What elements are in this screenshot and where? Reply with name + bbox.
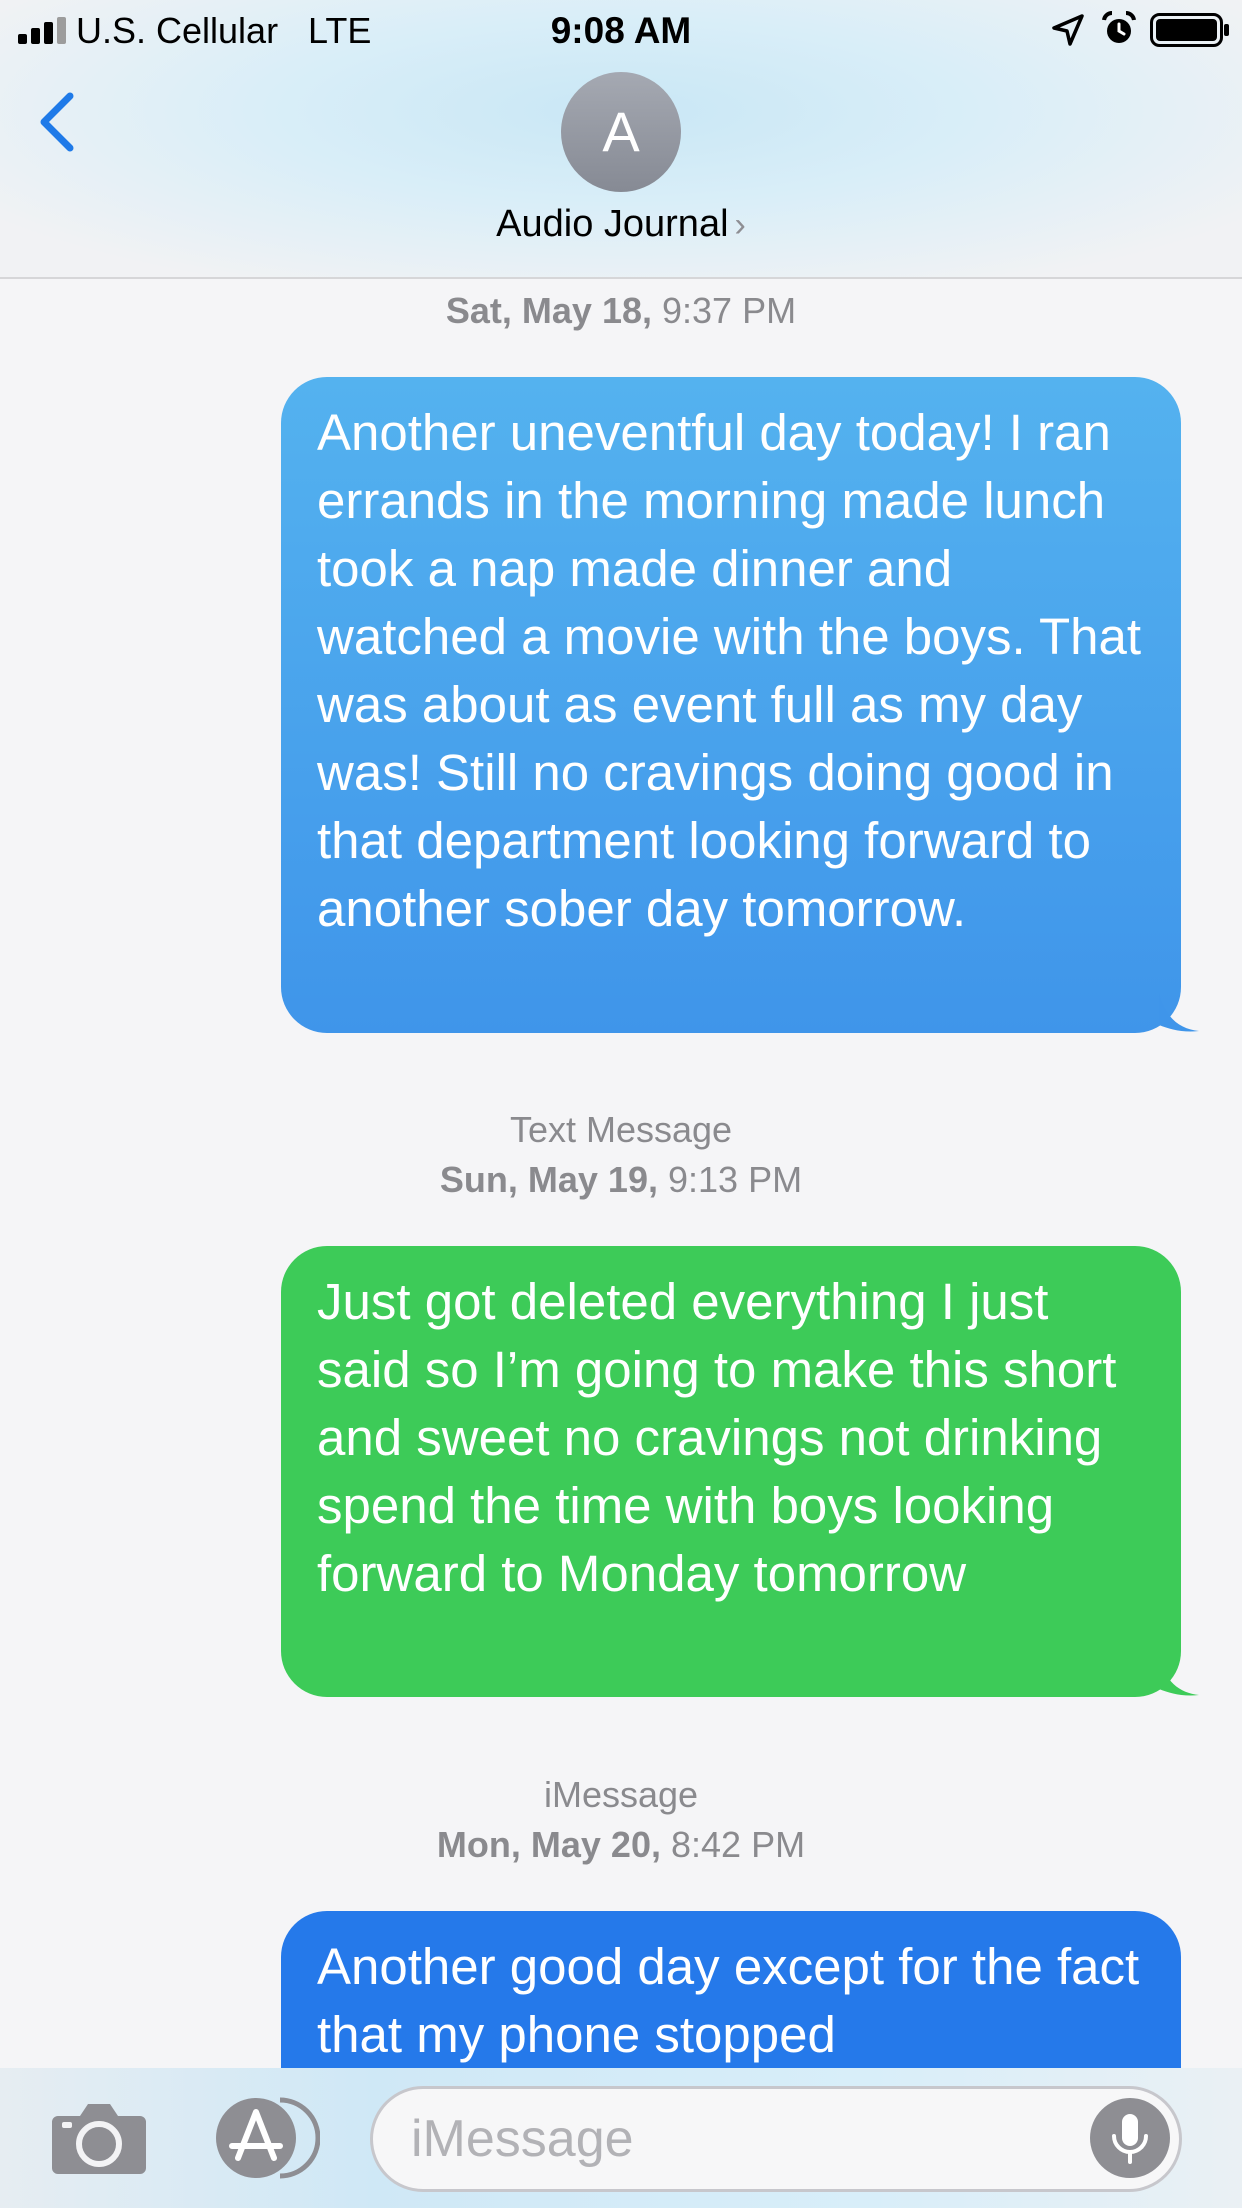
location-arrow-icon [1052, 14, 1084, 46]
bubble-tail [1159, 993, 1199, 1032]
bubble-tail [1159, 1657, 1199, 1696]
timestamp: Mon, May 20, 8:42 PM [0, 1820, 1242, 1870]
service-label: iMessage [543, 1774, 699, 1815]
message-text: Another uneventful day today! I ran erra… [317, 404, 1141, 937]
status-bar: U.S. Cellular LTE 9:08 AM [0, 0, 1242, 60]
message-text: Another good day except for the fact tha… [317, 1938, 1140, 2063]
chevron-left-icon[interactable] [30, 82, 82, 162]
camera-icon[interactable] [50, 2100, 148, 2176]
timestamp-time: 9:37 PM [662, 290, 797, 331]
timestamp-date: Sat, May 18, [445, 290, 652, 331]
contact-name: Audio Journal [496, 203, 729, 245]
contact-avatar[interactable]: A [561, 72, 681, 192]
app-store-icon[interactable] [210, 2096, 320, 2180]
compose-bar [0, 2068, 1242, 2208]
message-bubble[interactable]: Another uneventful day today! I ran erra… [281, 377, 1199, 1033]
service-label: Text Message [509, 1109, 733, 1150]
microphone-icon [1112, 2114, 1148, 2164]
message-text: Just got deleted everything I just said … [317, 1273, 1117, 1602]
message-input[interactable] [370, 2086, 1182, 2192]
alarm-clock-icon [1102, 10, 1136, 43]
timestamp-time: 9:13 PM [668, 1159, 803, 1200]
chevron-right-icon: › [734, 206, 746, 244]
battery-icon [1150, 13, 1229, 47]
contact-name-button[interactable]: Audio Journal › [0, 203, 1242, 246]
timestamp: Sun, May 19, 9:13 PM [0, 1155, 1242, 1205]
timestamp-date: Mon, May 20, [436, 1824, 661, 1865]
microphone-button[interactable] [1090, 2098, 1170, 2178]
timestamp-date: Sun, May 19, [439, 1159, 658, 1200]
conversation-header: U.S. Cellular LTE 9:08 AM A Audio Journa… [0, 0, 1242, 279]
timestamp-time: 8:42 PM [671, 1824, 806, 1865]
message-bubble[interactable]: Just got deleted everything I just said … [281, 1246, 1199, 1697]
timestamp: Sat, May 18, 9:37 PM [0, 286, 1242, 336]
